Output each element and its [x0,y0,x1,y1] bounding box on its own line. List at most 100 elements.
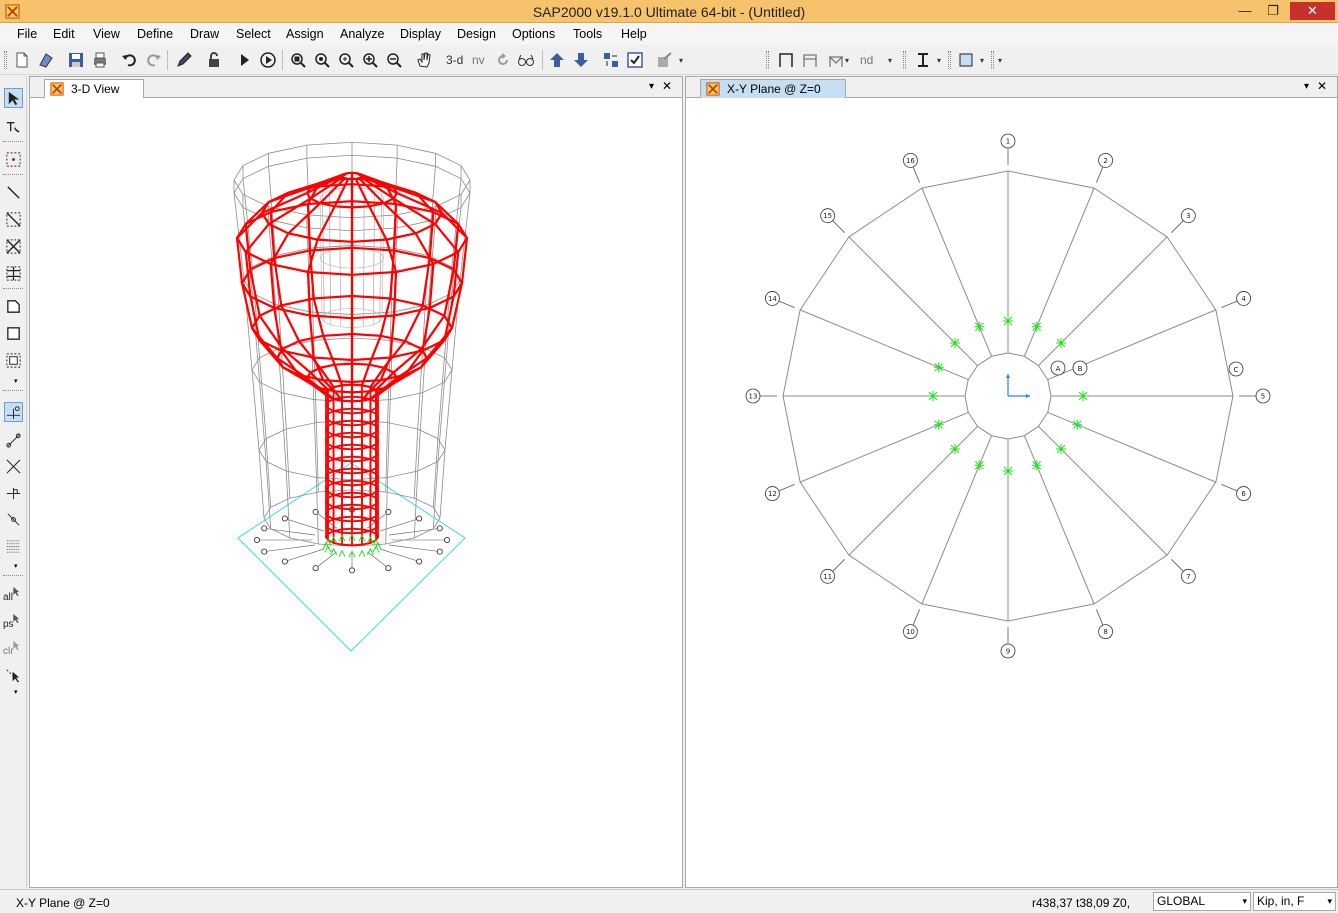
snap-points-icon[interactable] [4,402,23,422]
select-pointer-icon[interactable] [4,88,23,108]
support-marker [358,549,366,557]
assign-icon[interactable] [655,50,675,70]
move-down-icon[interactable] [571,50,591,70]
snap-fine-grid-icon[interactable] [4,536,23,556]
area-tools-dropdown[interactable]: ▾ [14,377,18,385]
menu-select[interactable]: Select [236,27,271,41]
menu-help[interactable]: Help [621,27,647,41]
nd-dropdown-arrow[interactable]: ▾ [888,56,892,65]
menu-file[interactable]: File [17,27,37,41]
units-select[interactable]: Kip, in, F ▾ [1253,892,1336,911]
snap-lines-edges-icon[interactable] [4,509,23,529]
nd-button[interactable]: nd [860,53,873,67]
save-icon[interactable] [66,50,86,70]
model-3d-drawing[interactable] [30,98,682,887]
menu-design[interactable]: Design [457,27,496,41]
toolbar-grip[interactable] [903,51,906,69]
panel-close-button[interactable]: ✕ [662,79,672,93]
draw-frame-icon[interactable] [4,182,23,202]
assign-dropdown-arrow[interactable]: ▾ [679,56,683,65]
menu-edit[interactable]: Edit [53,27,75,41]
panel-close-button[interactable]: ✕ [1317,79,1327,93]
perspective-icon[interactable] [516,50,536,70]
toolbar-overflow-arrow[interactable]: ▾ [998,56,1002,65]
open-icon[interactable] [36,50,56,70]
menu-define[interactable]: Define [137,27,173,41]
new-file-icon[interactable] [12,50,32,70]
grid-bubble-label: 3 [1186,212,1190,220]
zoom-extents-icon[interactable] [336,50,356,70]
zoom-window-icon[interactable] [288,50,308,70]
menu-display[interactable]: Display [400,27,441,41]
toolbar-grip[interactable] [948,51,951,69]
toolbar-grip[interactable] [4,51,7,69]
panel-menu-arrow[interactable]: ▾ [1304,81,1309,92]
snap-line-ends-icon[interactable] [4,430,23,450]
frame-section-icon[interactable] [776,50,796,70]
maximize-button[interactable]: ❐ [1260,2,1286,20]
menu-options[interactable]: Options [512,27,555,41]
truss-icon[interactable] [826,50,846,70]
minimize-button[interactable]: — [1232,2,1258,20]
print-icon[interactable] [90,50,110,70]
truss-dropdown-arrow[interactable]: ▾ [845,56,849,65]
cursor-coordinates: r438,37 t38,09 Z0, [1032,896,1131,910]
area-dropdown-arrow[interactable]: ▾ [980,56,984,65]
model-canvas-3d[interactable] [30,98,682,887]
panel-menu-arrow[interactable]: ▾ [649,81,654,92]
shell-column [280,392,287,472]
quick-draw-frame-icon[interactable] [4,209,23,229]
model-canvas-plan[interactable]: 1 2 3 4 5 6 7 8 9 10 11 12 13 14 15 16 A B C [686,98,1337,887]
rotate-icon[interactable] [493,50,513,70]
tank-member [434,201,460,225]
reshape-icon[interactable] [4,116,23,136]
quick-draw-secondary-icon[interactable] [4,263,23,283]
check-icon[interactable] [625,50,645,70]
menu-assign[interactable]: Assign [286,27,324,41]
toolbar-grip[interactable] [991,51,994,69]
quick-draw-area-icon[interactable] [4,350,23,370]
close-window-button[interactable]: ✕ [1290,2,1335,20]
move-up-icon[interactable] [547,50,567,70]
restraint-marker [933,419,944,430]
redo-icon[interactable] [144,50,164,70]
view-3d-button[interactable]: 3-d [446,53,463,67]
display-options-icon[interactable] [601,50,621,70]
view-nv-button[interactable]: nv [472,53,485,67]
draw-joint-icon[interactable] [4,149,23,169]
snap-perpendicular-icon[interactable] [4,483,23,503]
zoom-in-icon[interactable] [360,50,380,70]
axis-arrowheads [1006,374,1030,398]
portal-frame-icon[interactable] [800,50,820,70]
draw-poly-area-icon[interactable] [4,296,23,316]
pan-hand-icon[interactable] [414,50,434,70]
undo-icon[interactable] [119,50,139,70]
run-icon[interactable] [234,50,254,70]
quick-draw-braces-icon[interactable] [4,236,23,256]
menu-view[interactable]: View [93,27,120,41]
coord-system-select[interactable]: GLOBAL ▾ [1153,892,1251,911]
pencil-icon[interactable] [174,50,194,70]
grid-bubble-label: 6 [1241,490,1246,498]
shell-column [444,369,453,451]
snap-intersections-icon[interactable] [4,456,23,476]
restraint-marker [974,321,985,332]
tab-xy-plane[interactable]: X-Y Plane @ Z=0 [700,79,846,99]
run-step-icon[interactable] [258,50,278,70]
i-beam-icon[interactable] [913,50,933,70]
zoom-restore-icon[interactable] [312,50,332,70]
menu-draw[interactable]: Draw [190,27,219,41]
menu-tools[interactable]: Tools [573,27,602,41]
area-section-icon[interactable] [956,50,976,70]
lock-icon[interactable] [204,50,224,70]
intersecting-line-select-icon[interactable] [4,666,23,686]
select-tools-dropdown[interactable]: ▾ [14,688,18,696]
tab-3d-view[interactable]: 3-D View [44,79,145,99]
plan-drawing[interactable]: 12345678910111213141516A B C [686,98,1337,887]
toolbar-grip[interactable] [766,51,769,69]
draw-rect-area-icon[interactable] [4,323,23,343]
snap-tools-dropdown[interactable]: ▾ [14,562,18,570]
menu-analyze[interactable]: Analyze [340,27,384,41]
zoom-out-icon[interactable] [384,50,404,70]
i-beam-dropdown-arrow[interactable]: ▾ [937,56,941,65]
